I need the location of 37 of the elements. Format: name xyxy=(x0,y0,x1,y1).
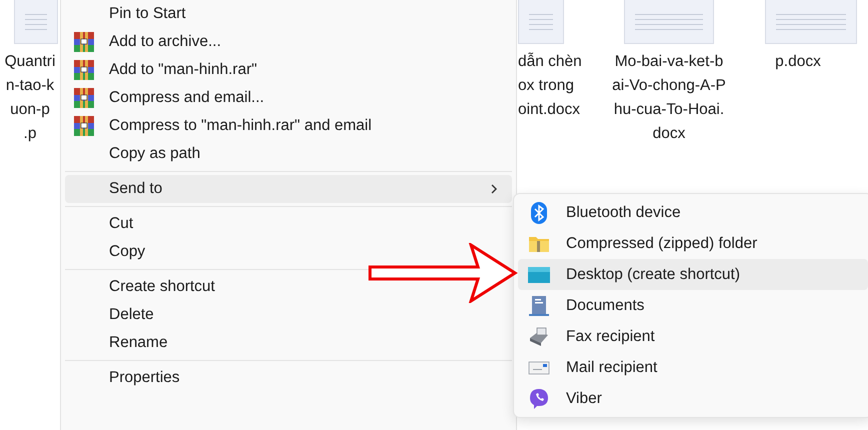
bluetooth-icon xyxy=(528,202,550,224)
archive-icon xyxy=(73,87,95,109)
menu-item[interactable]: Pin to Start xyxy=(65,0,512,28)
file-name[interactable]: dẫn chèn ox trong oint.docx xyxy=(518,50,598,122)
archive-icon xyxy=(73,59,95,81)
menu-item[interactable]: Add to "man-hinh.rar" xyxy=(65,56,512,84)
menu-item[interactable]: Documents xyxy=(518,290,868,321)
menu-item[interactable]: Cut xyxy=(65,210,512,238)
viber-icon xyxy=(528,388,550,410)
menu-item[interactable]: Compress and email... xyxy=(65,84,512,112)
document-thumbnail[interactable] xyxy=(765,0,857,44)
archive-icon xyxy=(73,115,95,137)
menu-item[interactable]: Fax recipient xyxy=(518,321,868,352)
chevron-right-icon xyxy=(490,183,498,195)
menu-item[interactable]: Desktop (create shortcut) xyxy=(518,259,868,290)
document-thumbnail[interactable] xyxy=(624,0,714,44)
file-name[interactable]: p.docx xyxy=(748,50,848,74)
menu-item[interactable]: Mail recipient xyxy=(518,352,868,383)
document-thumbnail[interactable] xyxy=(518,0,564,44)
menu-item[interactable]: Viber xyxy=(518,383,868,414)
menu-item[interactable]: Copy as path xyxy=(65,140,512,168)
file-name[interactable]: Quantri n-tao-k uon-p .p xyxy=(0,50,60,146)
menu-item[interactable]: Copy xyxy=(65,238,512,266)
menu-item[interactable]: Create shortcut xyxy=(65,273,512,301)
file-name[interactable]: Mo-bai-va-ket-b ai-Vo-chong-A-P hu-cua-To-Hoai. docx xyxy=(604,50,734,146)
menu-item[interactable]: Bluetooth device xyxy=(518,197,868,228)
document-thumbnail[interactable] xyxy=(14,0,58,44)
document-icon xyxy=(528,294,550,316)
fax-icon xyxy=(528,326,550,348)
menu-item[interactable]: Compressed (zipped) folder xyxy=(518,228,868,259)
menu-item[interactable]: Compress to "man-hinh.rar" and email xyxy=(65,112,512,140)
menu-item[interactable]: Add to archive... xyxy=(65,28,512,56)
menu-item[interactable]: Rename xyxy=(65,329,512,357)
menu-item[interactable]: Send to xyxy=(65,175,512,203)
menu-item[interactable]: Delete xyxy=(65,301,512,329)
archive-icon xyxy=(73,31,95,53)
menu-item[interactable]: Properties xyxy=(65,364,512,392)
